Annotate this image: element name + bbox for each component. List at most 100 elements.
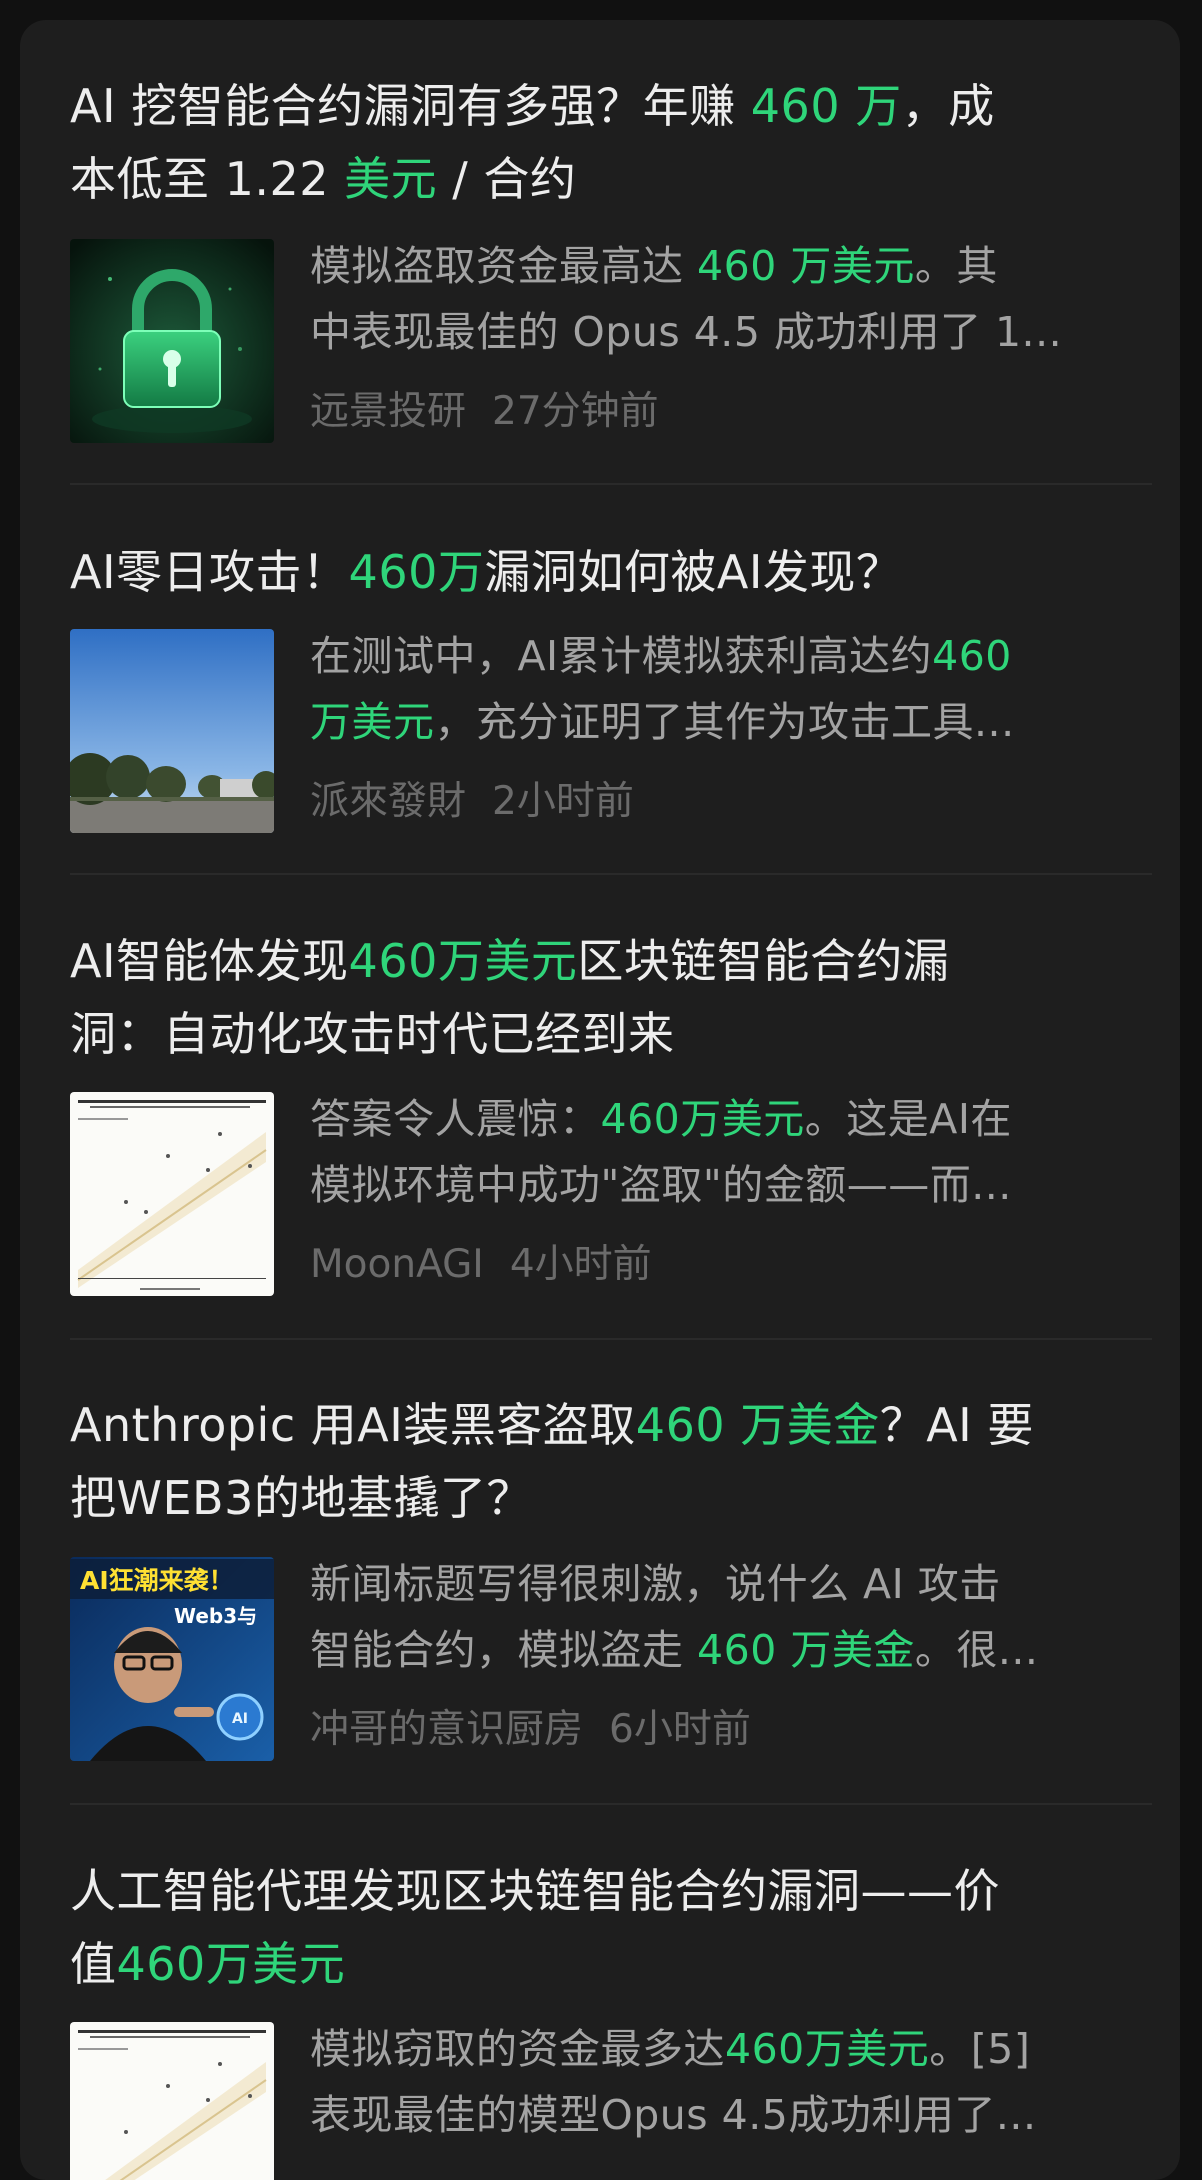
snippet-line: 新闻标题写得很刺激，说什么 AI 攻击 xyxy=(310,1551,1152,1617)
snippet-text: 模拟盗取资金最高达 xyxy=(310,242,698,290)
snippet-line: 模拟环境中成功"盗取"的金额——而... xyxy=(310,1152,1152,1218)
article-source[interactable]: 冲哥的意识厨房 xyxy=(310,1707,583,1752)
title-text: 漏洞如何被AI发现？ xyxy=(484,545,903,599)
article-title[interactable]: AI智能体发现460万美元区块链智能合约漏 洞：自动化攻击时代已经到来 xyxy=(70,925,1152,1071)
snippet-line: 智能合约，模拟盗走 460 万美金。很... xyxy=(310,1617,1152,1683)
article-meta: MoonAGI 4小时前 xyxy=(310,1237,652,1293)
article-summary-row: AI AI狂潮来袭！ Web3与 新闻标题写得很刺激，说什么 AI 攻击 智能合… xyxy=(70,1557,1152,1762)
snippet-line: 答案令人震惊：460万美元。这是AI在 xyxy=(310,1086,1152,1152)
padlock-thumbnail-image xyxy=(70,239,274,443)
article-time: 2小时前 xyxy=(492,779,634,824)
title-line: 洞：自动化攻击时代已经到来 xyxy=(70,998,1152,1071)
divider xyxy=(70,1338,1152,1340)
snippet-highlight: 460 万美金 xyxy=(697,1626,915,1674)
title-line: 人工智能代理发现区块链智能合约漏洞——价 xyxy=(70,1855,1152,1928)
snippet-highlight: 460万美元 xyxy=(600,1095,805,1143)
title-text: / 合约 xyxy=(437,152,577,206)
title-line: Anthropic 用AI装黑客盗取460 万美金？AI 要 xyxy=(70,1389,1152,1462)
article-thumbnail[interactable] xyxy=(70,1092,274,1296)
news-item[interactable]: 人工智能代理发现区块链智能合约漏洞——价 值460万美元 模拟窃取的资金最多达4… xyxy=(70,1855,1152,2180)
title-text: Anthropic 用AI装黑客盗取 xyxy=(70,1398,636,1452)
article-thumbnail[interactable] xyxy=(70,239,274,443)
snippet-text: 。[5] xyxy=(929,2025,1031,2073)
title-highlight: 460万美元 xyxy=(348,934,578,988)
news-item[interactable]: AI智能体发现460万美元区块链智能合约漏 洞：自动化攻击时代已经到来 答案令人… xyxy=(70,925,1152,1296)
snippet-text: 表现最佳的模型Opus 4.5成功利用了... xyxy=(310,2091,1037,2139)
snippet-text: 。其 xyxy=(914,242,998,290)
article-time: 6小时前 xyxy=(609,1707,751,1752)
article-source[interactable]: 远景投研 xyxy=(310,389,466,434)
title-text: 区块链智能合约漏 xyxy=(577,934,950,988)
news-item[interactable]: AI 挖智能合约漏洞有多强？年赚 460 万，成 本低至 1.22 美元 / 合… xyxy=(70,70,1152,443)
snippet-line: 中表现最佳的 Opus 4.5 成功利用了 1... xyxy=(310,299,1152,365)
article-snippet: 在测试中，AI累计模拟获利高达约460 万美元，充分证明了其作为攻击工具... xyxy=(310,623,1152,755)
chart-thumbnail-image xyxy=(70,2022,274,2180)
snippet-text: 中表现最佳的 Opus 4.5 成功利用了 1... xyxy=(310,308,1063,356)
article-snippet: 模拟盗取资金最高达 460 万美元。其 中表现最佳的 Opus 4.5 成功利用… xyxy=(310,233,1152,365)
divider xyxy=(70,483,1152,485)
title-line: AI零日攻击！460万漏洞如何被AI发现？ xyxy=(70,536,1152,609)
thumbnail-caption: Web3与 xyxy=(174,1604,257,1628)
article-summary-row: 模拟窃取的资金最多达460万美元。[5] 表现最佳的模型Opus 4.5成功利用… xyxy=(70,2022,1152,2180)
article-title[interactable]: AI零日攻击！460万漏洞如何被AI发现？ xyxy=(70,536,1152,609)
snippet-line: 万美元，充分证明了其作为攻击工具... xyxy=(310,689,1152,755)
title-highlight: 460 万 xyxy=(750,79,902,133)
article-meta: 派來發財 2小时前 xyxy=(310,774,634,830)
title-line: 值460万美元 xyxy=(70,1928,1152,2001)
article-title[interactable]: 人工智能代理发现区块链智能合约漏洞——价 值460万美元 xyxy=(70,1855,1152,2001)
title-highlight: 460万 xyxy=(348,545,485,599)
snippet-line: 表现最佳的模型Opus 4.5成功利用了... xyxy=(310,2082,1152,2148)
title-text: AI 挖智能合约漏洞有多强？年赚 xyxy=(70,79,751,133)
snippet-text: 新闻标题写得很刺激，说什么 AI 攻击 xyxy=(310,1560,1001,1608)
chart-thumbnail-image xyxy=(70,1092,274,1296)
divider xyxy=(70,873,1152,875)
article-snippet: 新闻标题写得很刺激，说什么 AI 攻击 智能合约，模拟盗走 460 万美金。很.… xyxy=(310,1551,1152,1683)
title-text: ？AI 要 xyxy=(879,1398,1034,1452)
article-title[interactable]: AI 挖智能合约漏洞有多强？年赚 460 万，成 本低至 1.22 美元 / 合… xyxy=(70,70,1152,216)
snippet-text: 。很... xyxy=(914,1626,1039,1674)
title-text: 值 xyxy=(70,1937,117,1991)
title-text: 本低至 1.22 xyxy=(70,152,345,206)
article-source[interactable]: MoonAGI xyxy=(310,1242,484,1287)
snippet-text: 模拟窃取的资金最多达 xyxy=(310,2025,725,2073)
article-meta: 远景投研 27分钟前 xyxy=(310,384,659,440)
title-text: 把WEB3的地基撬了？ xyxy=(70,1471,533,1525)
thumbnail-caption: AI狂潮来袭！ xyxy=(80,1566,234,1595)
title-text: AI智能体发现 xyxy=(70,934,349,988)
title-highlight: 460 万美金 xyxy=(635,1398,880,1452)
snippet-highlight: 460 xyxy=(932,632,1012,680)
article-snippet: 答案令人震惊：460万美元。这是AI在 模拟环境中成功"盗取"的金额——而... xyxy=(310,1086,1152,1218)
snippet-line: 在测试中，AI累计模拟获利高达约460 xyxy=(310,623,1152,689)
article-thumbnail[interactable] xyxy=(70,2022,274,2180)
title-text: 洞：自动化攻击时代已经到来 xyxy=(70,1007,675,1061)
snippet-line: 模拟窃取的资金最多达460万美元。[5] xyxy=(310,2016,1152,2082)
news-item[interactable]: AI零日攻击！460万漏洞如何被AI发现？ 在测试中，AI累计模拟获利高达约46… xyxy=(70,536,1152,833)
title-line: AI智能体发现460万美元区块链智能合约漏 xyxy=(70,925,1152,998)
article-thumbnail[interactable] xyxy=(70,629,274,833)
snippet-text: 在测试中，AI累计模拟获利高达约 xyxy=(310,632,933,680)
article-summary-row: 模拟盗取资金最高达 460 万美元。其 中表现最佳的 Opus 4.5 成功利用… xyxy=(70,239,1152,444)
snippet-line: 模拟盗取资金最高达 460 万美元。其 xyxy=(310,233,1152,299)
article-time: 4小时前 xyxy=(509,1242,652,1287)
article-title[interactable]: Anthropic 用AI装黑客盗取460 万美金？AI 要 把WEB3的地基撬… xyxy=(70,1389,1152,1535)
title-line: 本低至 1.22 美元 / 合约 xyxy=(70,143,1152,216)
snippet-highlight: 万美元 xyxy=(310,698,435,746)
snippet-text: ，充分证明了其作为攻击工具... xyxy=(434,698,1015,746)
thumbnail-caption: AI xyxy=(232,1711,248,1727)
title-text: ，成 xyxy=(901,79,995,133)
snippet-text: 模拟环境中成功"盗取"的金额——而... xyxy=(310,1161,1012,1209)
title-text: 人工智能代理发现区块链智能合约漏洞——价 xyxy=(70,1864,1000,1918)
article-thumbnail[interactable]: AI AI狂潮来袭！ Web3与 xyxy=(70,1557,274,1761)
news-feed-card: AI 挖智能合约漏洞有多强？年赚 460 万，成 本低至 1.22 美元 / 合… xyxy=(20,20,1180,2180)
divider xyxy=(70,1803,1152,1805)
title-highlight: 美元 xyxy=(344,152,438,206)
title-highlight: 460万美元 xyxy=(116,1937,346,1991)
news-item[interactable]: Anthropic 用AI装黑客盗取460 万美金？AI 要 把WEB3的地基撬… xyxy=(70,1389,1152,1761)
article-summary-row: 答案令人震惊：460万美元。这是AI在 模拟环境中成功"盗取"的金额——而...… xyxy=(70,1092,1152,1297)
snippet-highlight: 460万美元 xyxy=(725,2025,930,2073)
article-source[interactable]: 派來發財 xyxy=(310,779,466,824)
article-summary-row: 在测试中，AI累计模拟获利高达约460 万美元，充分证明了其作为攻击工具... … xyxy=(70,629,1152,834)
video-cover-thumbnail-image: AI AI狂潮来袭！ Web3与 xyxy=(70,1557,274,1761)
title-line: 把WEB3的地基撬了？ xyxy=(70,1462,1152,1535)
snippet-text: 答案令人震惊： xyxy=(310,1095,601,1143)
